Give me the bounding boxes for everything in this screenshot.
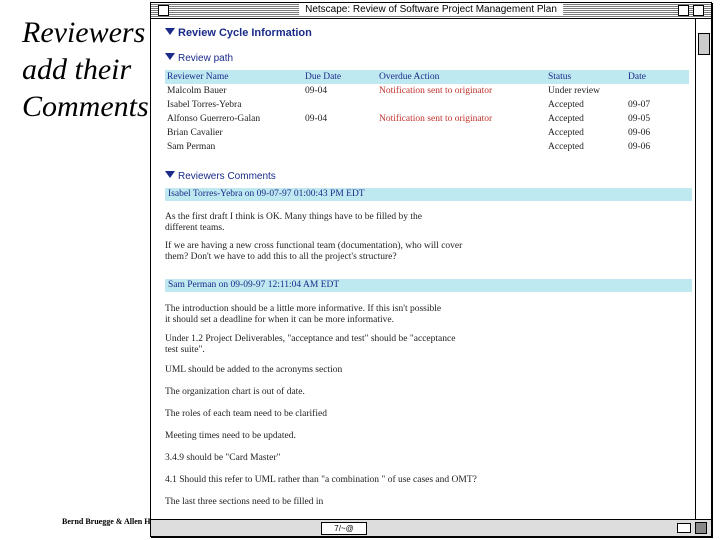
reviewer-name: Malcolm Bauer: [167, 86, 227, 96]
security-badge[interactable]: 7/~@: [321, 522, 367, 535]
reviewers-comments-label: Reviewers Comments: [178, 171, 276, 182]
due-date: 09-04: [305, 86, 328, 96]
comment-paragraph: Under 1.2 Project Deliverables, "accepta…: [165, 334, 456, 355]
reviewer-name: Brian Cavalier: [167, 128, 223, 138]
reviewer-name: Isabel Torres-Yebra: [167, 100, 242, 110]
comment-paragraph: The organization chart is out of date.: [165, 387, 305, 397]
review-date: 09-06: [628, 128, 651, 138]
overdue-action: [377, 140, 546, 154]
scrollbar-thumb[interactable]: [698, 33, 710, 55]
column-header: Overdue Action: [377, 70, 546, 84]
reviewer-name: Alfonso Guerrero-Galan: [167, 114, 261, 124]
reviewer-name: Sam Perman: [167, 142, 216, 152]
status-bar: 7/~@: [151, 519, 711, 536]
vertical-scrollbar[interactable]: [695, 19, 711, 519]
review-cycle-heading-label: Review Cycle Information: [178, 27, 312, 39]
close-box-icon[interactable]: [158, 5, 169, 16]
review-path-heading[interactable]: Review path: [165, 53, 233, 64]
slide-title: Reviewers add their Comments: [22, 14, 152, 125]
table-row: Brian Cavalier Accepted 09-06: [165, 126, 689, 140]
column-header: Reviewer Name: [165, 70, 303, 84]
collapse-box-icon[interactable]: [693, 5, 704, 16]
column-header: Date: [626, 70, 689, 84]
slide-title-line-3: Comments: [22, 90, 149, 123]
column-header: Status: [546, 70, 626, 84]
review-status: Accepted: [548, 142, 584, 152]
comment-paragraph: Meeting times need to be updated.: [165, 431, 296, 441]
table-header-row: Reviewer Name Due Date Overdue Action St…: [165, 70, 689, 84]
overdue-action: [377, 126, 546, 140]
table-row: Isabel Torres-Yebra Accepted 09-07: [165, 98, 689, 112]
comment-paragraph: The introduction should be a little more…: [165, 304, 442, 325]
comment-paragraph: If we are having a new cross functional …: [165, 241, 463, 262]
browser-window: Netscape: Review of Software Project Man…: [150, 2, 712, 537]
column-header: Due Date: [303, 70, 377, 84]
overdue-action: Notification sent to originator: [379, 114, 493, 124]
overdue-action: Notification sent to originator: [379, 86, 493, 96]
page-content: Review Cycle Information Review path Rev…: [151, 19, 695, 519]
disclosure-triangle-icon[interactable]: [165, 171, 175, 178]
review-status: Accepted: [548, 128, 584, 138]
review-path-label: Review path: [178, 53, 234, 64]
disclosure-triangle-icon[interactable]: [165, 28, 175, 35]
table-row: Alfonso Guerrero-Galan 09-04 Notificatio…: [165, 112, 689, 126]
slide-footer: Bernd Bruegge & Allen H: [62, 517, 151, 526]
zoom-box-icon[interactable]: [678, 5, 689, 16]
review-status: Accepted: [548, 100, 584, 110]
status-icon: [695, 522, 707, 534]
comment-author-bar: Isabel Torres-Yebra on 09-07-97 01:00:43…: [165, 188, 692, 201]
disclosure-triangle-icon[interactable]: [165, 53, 175, 60]
slide-title-line-1: Reviewers: [22, 16, 146, 49]
comment-paragraph: The roles of each team need to be clarif…: [165, 409, 327, 419]
overdue-action: [377, 98, 546, 112]
due-date: [303, 98, 377, 112]
window-title: Netscape: Review of Software Project Man…: [299, 4, 563, 16]
due-date: [303, 126, 377, 140]
review-status: Accepted: [548, 114, 584, 124]
table-row: Malcolm Bauer 09-04 Notification sent to…: [165, 84, 689, 98]
review-path-table: Reviewer Name Due Date Overdue Action St…: [165, 70, 689, 154]
slide-title-line-2: add their: [22, 53, 132, 86]
review-cycle-heading[interactable]: Review Cycle Information: [165, 27, 312, 39]
review-date: [626, 84, 689, 98]
due-date: 09-04: [305, 114, 328, 124]
window-titlebar[interactable]: Netscape: Review of Software Project Man…: [151, 3, 711, 19]
comment-author-bar: Sam Perman on 09-09-97 12:11:04 AM EDT: [165, 279, 692, 292]
comment-paragraph: UML should be added to the acronyms sect…: [165, 365, 343, 375]
due-date: [303, 140, 377, 154]
mail-icon[interactable]: [677, 523, 691, 533]
comment-paragraph: 4.1 Should this refer to UML rather than…: [165, 475, 477, 485]
comment-paragraph: 3.4.9 should be "Card Master": [165, 453, 281, 463]
review-date: 09-07: [628, 100, 651, 110]
comment-paragraph: The last three sections need to be fille…: [165, 497, 324, 507]
reviewers-comments-heading[interactable]: Reviewers Comments: [165, 171, 276, 182]
review-status: Under review: [548, 86, 600, 96]
comment-paragraph: As the first draft I think is OK. Many t…: [165, 212, 422, 233]
table-row: Sam Perman Accepted 09-06: [165, 140, 689, 154]
review-date: 09-05: [628, 114, 651, 124]
review-date: 09-06: [628, 142, 651, 152]
